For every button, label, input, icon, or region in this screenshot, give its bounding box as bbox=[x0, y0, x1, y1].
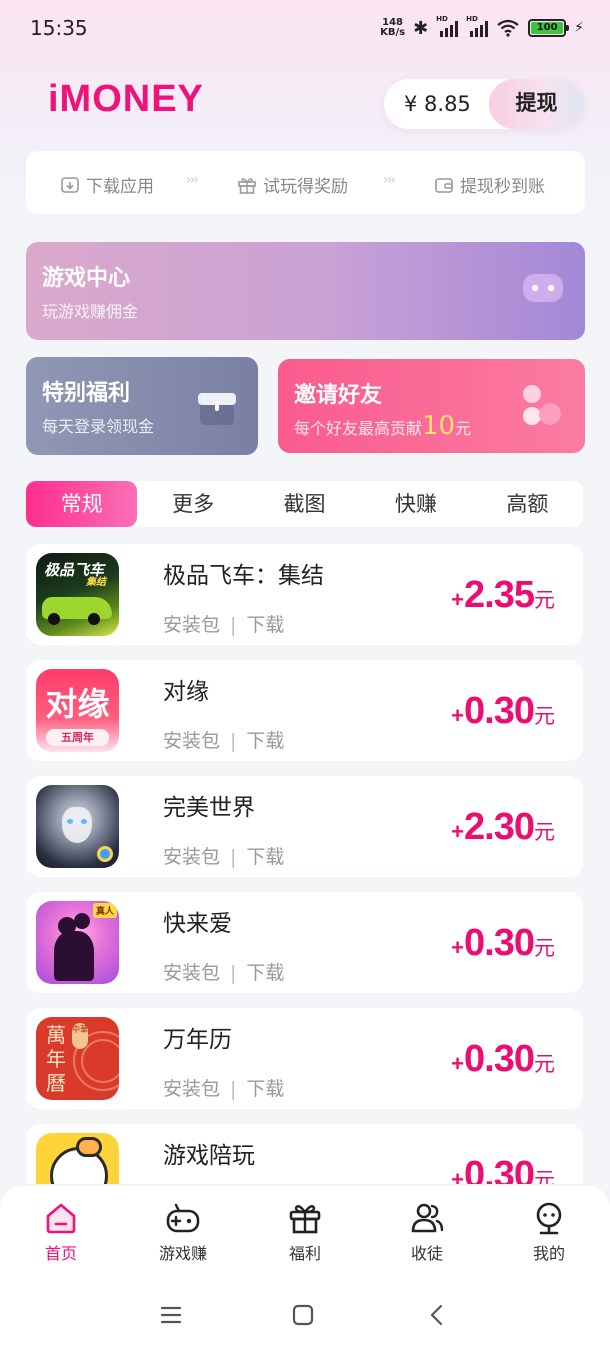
bottom-nav: 首页 游戏赚 福利 收徒 我的 bbox=[0, 1186, 610, 1356]
nav-profile[interactable]: 我的 bbox=[499, 1200, 599, 1264]
step-withdraw: 提现秒到账 bbox=[434, 172, 545, 197]
reward-amount: +0.30元 bbox=[451, 922, 555, 964]
duiyuan-icon: 对缘 五周年 bbox=[36, 669, 119, 752]
tab-quick-earn[interactable]: 快赚 bbox=[360, 481, 471, 527]
signal-icon: HD bbox=[466, 15, 489, 37]
tab-high-amount[interactable]: 高额 bbox=[472, 481, 583, 527]
task-list: 极品飞车 集结 极品飞车：集结 安装包 | 下载 +2.35元 对缘 五周年 对缘 … bbox=[26, 544, 583, 1184]
banner-title: 游戏中心 bbox=[42, 266, 131, 291]
app-meta: 安装包 | 下载 bbox=[163, 614, 285, 636]
status-time: 15:35 bbox=[30, 16, 88, 40]
reward-amount: +0.30元 bbox=[451, 1038, 555, 1080]
status-icons: 148 KB/s ✱ HD HD 100 ⚡ bbox=[380, 14, 584, 42]
charging-icon: ⚡ bbox=[574, 20, 584, 36]
app-name: 对缘 bbox=[163, 679, 209, 705]
gamepad-icon bbox=[523, 274, 563, 302]
nav-game-earn[interactable]: 游戏赚 bbox=[133, 1200, 233, 1264]
balance-pill: ¥ 8.85 提现 bbox=[384, 79, 584, 129]
download-link[interactable]: 下载 bbox=[246, 730, 284, 752]
list-item[interactable]: 极品飞车 集结 极品飞车：集结 安装包 | 下载 +2.35元 bbox=[26, 544, 583, 645]
app-name: 万年历 bbox=[163, 1027, 232, 1053]
app-name: 游戏陪玩 bbox=[163, 1143, 255, 1169]
app-meta: 安装包 | 下载 bbox=[163, 730, 285, 752]
menu-icon[interactable] bbox=[160, 1304, 182, 1326]
step-arrows: ››› bbox=[383, 172, 396, 188]
app-meta: 安装包 | 下载 bbox=[163, 962, 285, 984]
wallet-icon bbox=[435, 177, 453, 193]
home-icon bbox=[46, 1203, 76, 1234]
list-item[interactable]: 游戏陪玩 安装包|下载 +0.30元 bbox=[26, 1124, 583, 1184]
steps-card: 下载应用 ››› 试玩得奖励 ››› 提现秒到账 bbox=[26, 151, 585, 214]
download-link[interactable]: 下载 bbox=[246, 962, 284, 984]
reward-amount: +2.30元 bbox=[451, 806, 555, 848]
nav-recruit[interactable]: 收徒 bbox=[377, 1200, 477, 1264]
download-link[interactable]: 下载 bbox=[246, 1078, 284, 1100]
gift-icon bbox=[289, 1205, 321, 1234]
gamepad-icon bbox=[166, 1203, 200, 1233]
network-speed: 148 KB/s bbox=[380, 17, 406, 38]
banner-title: 特别福利 bbox=[42, 381, 131, 406]
reward-amount: +2.35元 bbox=[451, 574, 555, 616]
app-name: 极品飞车：集结 bbox=[163, 563, 324, 589]
list-item[interactable]: 对缘 五周年 对缘 安装包 | 下载 +0.30元 bbox=[26, 660, 583, 761]
app-logo: iMONEY bbox=[48, 78, 204, 120]
reward-amount: +0.30元 bbox=[451, 1154, 555, 1184]
list-item[interactable]: 真人 快来爱 安装包 | 下载 +0.30元 bbox=[26, 892, 583, 993]
app-meta: 安装包 | 下载 bbox=[163, 846, 285, 868]
game-companion-icon bbox=[36, 1133, 119, 1184]
nav-welfare[interactable]: 福利 bbox=[255, 1200, 355, 1264]
download-box-icon bbox=[61, 176, 79, 193]
battery-icon: 100 bbox=[528, 19, 570, 37]
balance-amount: ¥ 8.85 bbox=[404, 92, 471, 116]
perfect-world-icon bbox=[36, 785, 119, 868]
app-name: 完美世界 bbox=[163, 795, 255, 821]
bluetooth-icon: ✱ bbox=[413, 17, 429, 39]
withdraw-button[interactable]: 提现 bbox=[489, 79, 584, 129]
system-nav-bar bbox=[0, 1304, 610, 1334]
gift-icon bbox=[238, 177, 256, 194]
download-link[interactable]: 下载 bbox=[246, 846, 284, 868]
category-tabs: 常规 更多 截图 快赚 高额 bbox=[26, 481, 583, 527]
nav-home[interactable]: 首页 bbox=[11, 1200, 111, 1264]
calendar-app-icon: 萬年曆 中華 bbox=[36, 1017, 119, 1100]
reward-amount: +0.30元 bbox=[451, 690, 555, 732]
game-center-banner[interactable]: 游戏中心 玩游戏赚佣金 bbox=[26, 242, 585, 340]
step-arrows: ››› bbox=[186, 172, 199, 188]
step-download: 下载应用 bbox=[60, 172, 154, 197]
banner-title: 邀请好友 bbox=[294, 383, 383, 408]
welfare-banner[interactable]: 特别福利 每天登录领现金 bbox=[26, 357, 258, 455]
download-link[interactable]: 下载 bbox=[246, 614, 284, 636]
users-icon bbox=[411, 1203, 444, 1233]
app-name: 快来爱 bbox=[163, 911, 232, 937]
profile-icon bbox=[536, 1202, 562, 1235]
back-icon[interactable] bbox=[426, 1304, 448, 1326]
need-for-speed-icon: 极品飞车 集结 bbox=[36, 553, 119, 636]
tab-more[interactable]: 更多 bbox=[137, 481, 248, 527]
app-meta: 安装包 | 下载 bbox=[163, 1078, 285, 1100]
step-trial: 试玩得奖励 bbox=[237, 172, 348, 197]
kuailaiai-icon: 真人 bbox=[36, 901, 119, 984]
signal-icon: HD bbox=[436, 15, 459, 37]
status-bar: 15:35 148 KB/s ✱ HD HD 100 ⚡ bbox=[0, 0, 610, 56]
tab-regular[interactable]: 常规 bbox=[26, 481, 138, 527]
banner-subtitle: 每个好友最高贡献10元 bbox=[294, 411, 472, 441]
list-item[interactable]: 完美世界 安装包 | 下载 +2.30元 bbox=[26, 776, 583, 877]
banner-subtitle: 玩游戏赚佣金 bbox=[42, 302, 139, 321]
home-square-icon[interactable] bbox=[292, 1304, 314, 1326]
invite-banner[interactable]: 邀请好友 每个好友最高贡献10元 bbox=[278, 359, 585, 453]
tab-screenshot[interactable]: 截图 bbox=[249, 481, 360, 527]
wifi-icon bbox=[497, 19, 519, 37]
gift-box-icon bbox=[198, 393, 236, 425]
banner-subtitle: 每天登录领现金 bbox=[42, 417, 155, 436]
list-item[interactable]: 萬年曆 中華 万年历 安装包 | 下载 +0.30元 bbox=[26, 1008, 583, 1109]
friends-icon bbox=[523, 385, 561, 425]
